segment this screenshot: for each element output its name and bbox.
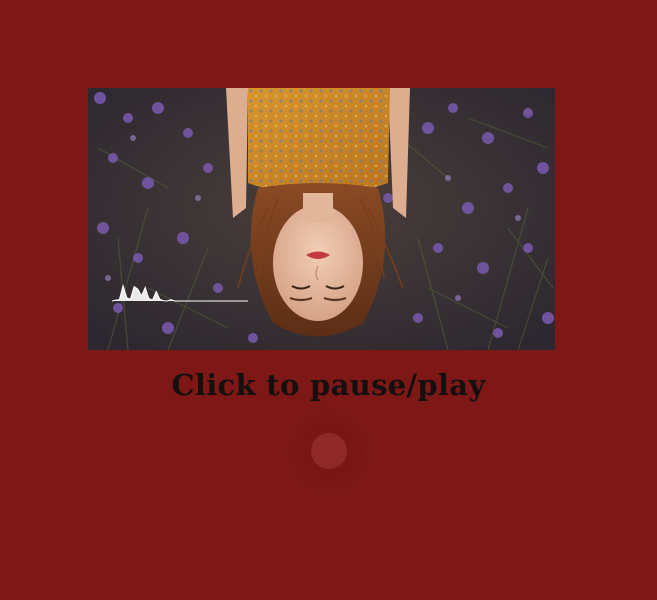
artwork-image (88, 88, 555, 350)
visualizer-waveform (112, 283, 248, 302)
pause-play-caption: Click to pause/play (171, 368, 486, 402)
pause-play-toggle-button[interactable] (287, 409, 371, 493)
woman-in-lavender-field-image (88, 88, 555, 350)
play-state-indicator-icon (311, 433, 347, 469)
audio-visualizer (112, 283, 248, 302)
